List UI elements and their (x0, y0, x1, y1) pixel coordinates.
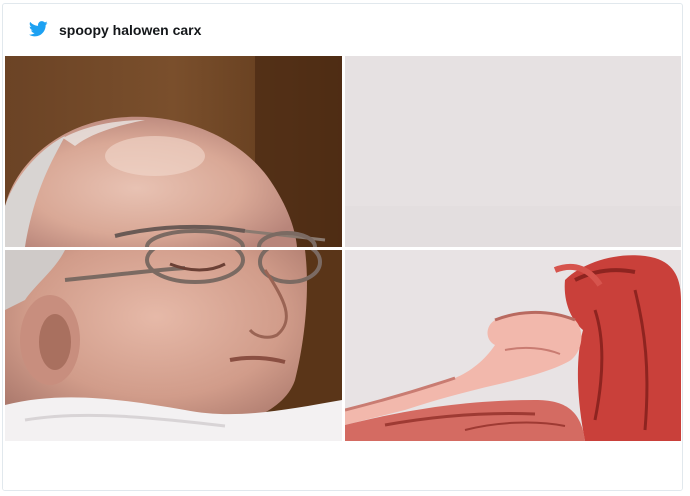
media-tile-bottom-left[interactable] (5, 250, 342, 441)
tweet-card[interactable]: spoopy halowen carx (2, 3, 683, 491)
media-tile-top-right[interactable] (345, 56, 681, 247)
media-tile-top-left[interactable] (5, 56, 342, 247)
author-handle[interactable]: spoopy halowen carx (59, 21, 201, 39)
tweet-media-grid[interactable] (5, 56, 681, 441)
twitter-bird-icon[interactable] (28, 21, 48, 37)
media-tile-bottom-right[interactable] (345, 250, 681, 441)
grid-divider-vertical (342, 56, 345, 441)
tweet-header: spoopy halowen carx (3, 4, 682, 56)
tweet-footer (3, 441, 682, 490)
